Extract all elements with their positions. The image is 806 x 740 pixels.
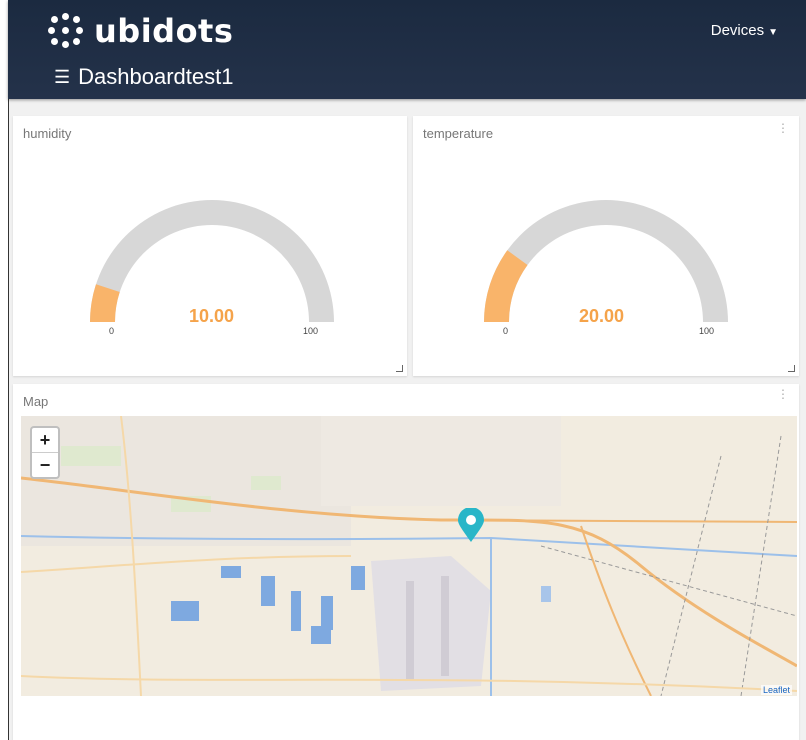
gauge-track [90,200,334,322]
gauge-fill [484,250,528,322]
gauge-max-label: 100 [699,326,715,336]
kebab-menu-icon[interactable]: ⋮ [777,388,789,400]
humidity-gauge [90,200,334,322]
gauge-value: 20.00 [579,306,625,326]
temperature-widget: temperature ⋮ 0 100 20.00 [413,116,799,376]
gauge-value: 10.00 [189,306,235,326]
ubidots-logo[interactable]: ubidots [48,12,233,50]
gauge-max-label: 100 [303,326,319,336]
resize-handle[interactable] [788,365,795,372]
dashboard-title[interactable]: ☰ Dashboardtest1 [54,64,233,90]
hamburger-icon[interactable]: ☰ [54,67,70,88]
top-navbar: ubidots Devices ▼ ☰ Dashboardtest1 [8,0,806,99]
map-view[interactable] [21,416,797,696]
map-tiles [21,416,797,696]
widget-title: Map [23,394,49,409]
gauge-min-label: 0 [503,326,509,336]
humidity-widget: humidity ⋮ 0 100 10.00 [13,116,407,376]
zoom-in-button[interactable]: + [32,428,58,452]
devices-label: Devices [710,22,765,39]
caret-down-icon: ▼ [768,27,778,38]
leaflet-attribution-link[interactable]: Leaflet [760,685,792,695]
zoom-out-button[interactable]: − [32,452,58,477]
location-marker-icon[interactable] [456,508,486,544]
gauge-min-label: 0 [109,326,115,336]
zoom-control: + − [30,426,60,479]
devices-menu[interactable]: Devices ▼ [711,22,778,39]
logo-dots-icon [48,13,84,49]
dashboard-title-text: Dashboardtest1 [78,64,234,89]
resize-handle[interactable] [396,365,403,372]
temperature-gauge [484,200,728,322]
brand-name: ubidots [94,12,234,50]
